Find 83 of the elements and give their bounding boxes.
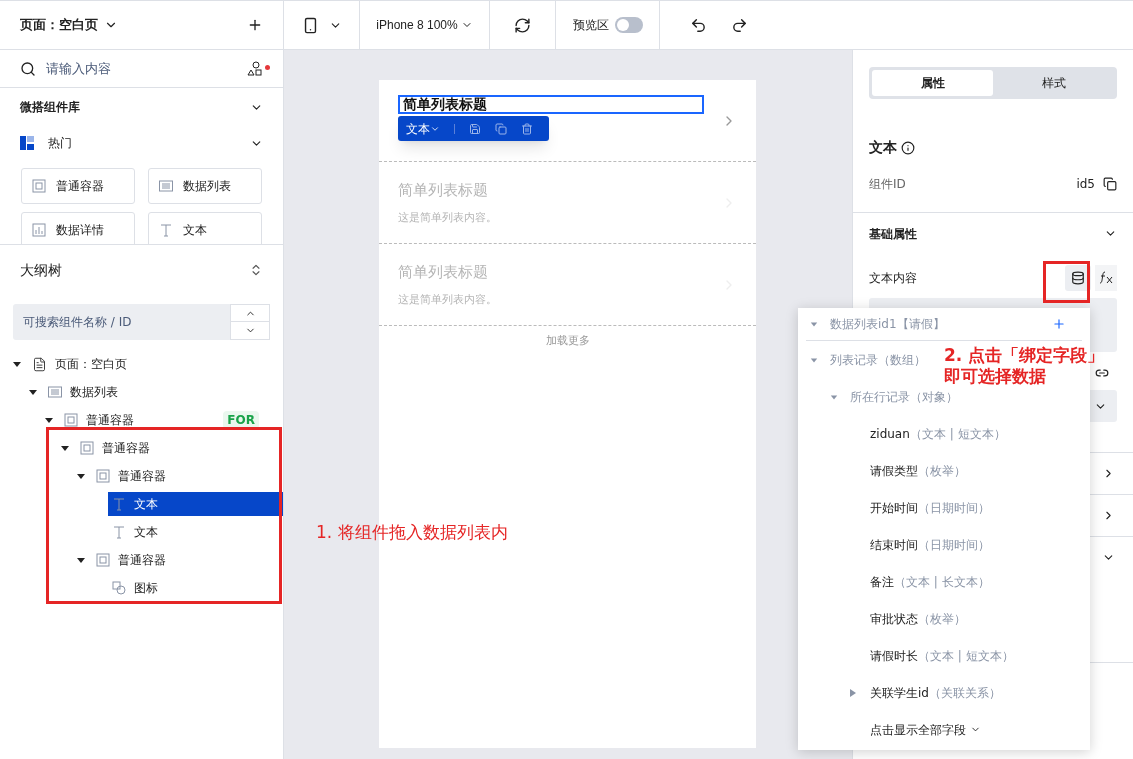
expand-triangle-icon[interactable] [76, 471, 86, 481]
container-icon [64, 413, 78, 427]
tree-item[interactable]: 文本 [108, 492, 283, 516]
delete-icon[interactable] [521, 122, 533, 135]
container-icon [32, 179, 46, 193]
list-item-title: 简单列表标题 [398, 262, 489, 283]
expand-triangle-icon[interactable] [60, 443, 70, 453]
redo-icon[interactable] [731, 16, 748, 34]
zoom-selector[interactable]: iPhone 8 100% [376, 16, 473, 34]
component-type-selector[interactable]: 文本 [406, 119, 440, 138]
component-card[interactable]: 普通容器 [21, 168, 135, 204]
tree-item[interactable]: 文本 [108, 520, 283, 544]
text-icon [159, 223, 173, 237]
shapes-icon [112, 581, 126, 595]
text-icon [112, 497, 126, 511]
outline-title: 大纲树 [20, 260, 62, 280]
id-value: id5 [1076, 176, 1095, 193]
id-label: 组件ID [869, 176, 906, 193]
tree-item[interactable]: 普通容器 [92, 548, 283, 572]
field-option[interactable]: 开始时间（日期时间） [870, 498, 990, 517]
list-item-title: 简单列表标题 [403, 97, 487, 112]
copy-icon[interactable] [1103, 177, 1117, 191]
formula-button[interactable] [1095, 265, 1117, 291]
search-icon [20, 60, 36, 77]
search-field[interactable]: 请输入内容 [46, 58, 237, 79]
tree-item[interactable]: 普通容器 [76, 436, 283, 460]
preview-toggle[interactable] [614, 17, 643, 33]
panel-tab[interactable]: 属性 [872, 70, 993, 96]
function-icon [1098, 271, 1114, 285]
field-option[interactable]: 请假时长（文本 | 短文本） [870, 646, 1014, 665]
group-title: 热门 [48, 135, 72, 152]
undo-icon[interactable] [690, 16, 707, 34]
tree-item[interactable]: 普通容器 FOR [60, 408, 283, 432]
highlight-frame [1043, 261, 1090, 303]
panel-tab[interactable]: 样式 [993, 70, 1114, 96]
library-title: 微搭组件库 [20, 99, 80, 116]
grid-icon [20, 136, 34, 150]
list-item-title: 简单列表标题 [398, 180, 489, 201]
page-selector[interactable]: 页面：空白页 [20, 15, 118, 35]
field-option[interactable]: ziduan（文本 | 短文本） [870, 424, 1006, 443]
tree-item[interactable]: 数据列表 [44, 380, 283, 404]
field-option[interactable]: 请假类型（枚举） [870, 461, 966, 480]
field-option[interactable]: 备注（文本 | 长文本） [870, 572, 990, 591]
annotation-text: 即可选择数据 [944, 366, 1046, 387]
refresh-icon[interactable] [514, 16, 531, 34]
expand-triangle-icon[interactable] [28, 387, 38, 397]
container-icon [96, 469, 110, 483]
container-icon [96, 553, 110, 567]
text-icon [112, 525, 126, 539]
list-item-subtitle: 这是简单列表内容。 [398, 291, 498, 308]
tree-item[interactable]: 普通容器 [92, 464, 283, 488]
component-card[interactable]: 文本 [148, 212, 262, 244]
shapes-icon[interactable] [247, 60, 263, 77]
component-name: 文本 [869, 138, 897, 157]
component-search-field[interactable]: 可搜索组件名称 / ID [13, 304, 230, 340]
list-icon [48, 385, 62, 399]
info-icon[interactable] [901, 140, 915, 155]
section-title: 基础属性 [869, 225, 917, 243]
bar-chart-icon [32, 223, 46, 237]
expand-collapse-icon[interactable] [249, 263, 263, 277]
annotation-text: 2. 点击「绑定字段」 [944, 345, 1105, 366]
field-option[interactable]: 审批状态（枚举） [870, 609, 966, 628]
add-icon[interactable] [247, 17, 263, 33]
link-icon[interactable] [1095, 366, 1109, 380]
field-label: 文本内容 [869, 270, 917, 287]
save-icon[interactable] [469, 122, 481, 135]
preview-label: 预览区 [572, 17, 609, 34]
tree-item[interactable]: 图标 [108, 576, 283, 600]
tree-item[interactable]: 页面：空白页 [28, 352, 283, 376]
component-card[interactable]: 数据详情 [21, 212, 135, 244]
list-item-subtitle: 这是简单列表内容。 [398, 209, 498, 226]
annotation-text: 1. 将组件拖入数据列表内 [316, 521, 508, 544]
file-icon [32, 356, 47, 372]
database-icon [1071, 271, 1085, 285]
expand-triangle-icon[interactable] [44, 415, 54, 425]
container-icon [80, 441, 94, 455]
show-all-fields-link[interactable]: 点击显示全部字段 [870, 720, 981, 739]
field-option[interactable]: 关联学生id（关联关系） [870, 683, 1001, 702]
component-card[interactable]: 数据列表 [148, 168, 262, 204]
expand-triangle-icon[interactable] [76, 555, 86, 565]
field-option[interactable]: 结束时间（日期时间） [870, 535, 990, 554]
expand-triangle-icon[interactable] [12, 359, 22, 369]
list-icon [159, 179, 173, 193]
